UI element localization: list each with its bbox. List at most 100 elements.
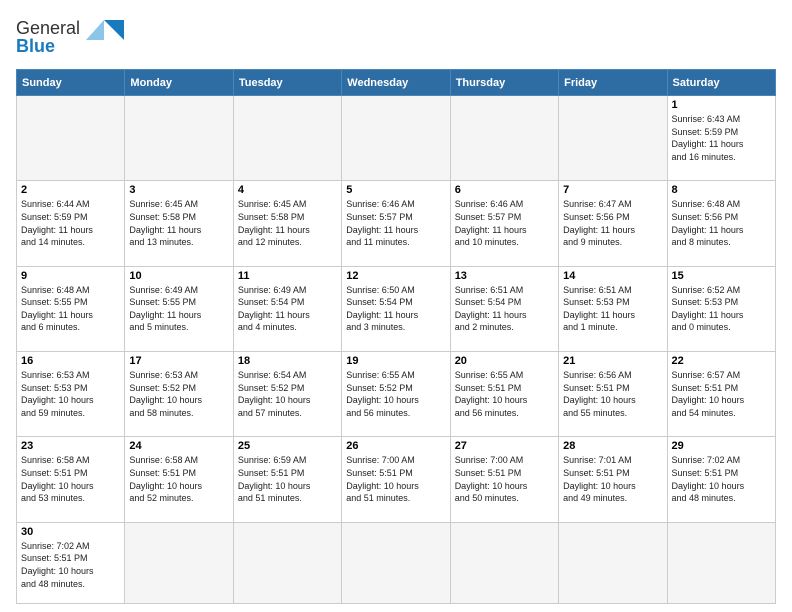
day-info: Sunrise: 6:50 AMSunset: 5:54 PMDaylight:…	[346, 284, 445, 334]
page: General Blue SundayMondayTuesdayWednesda…	[0, 0, 792, 612]
svg-text:General: General	[16, 18, 80, 38]
svg-text:Blue: Blue	[16, 36, 55, 56]
day-number: 4	[238, 184, 337, 196]
day-info: Sunrise: 7:02 AMSunset: 5:51 PMDaylight:…	[672, 454, 771, 504]
day-number: 11	[238, 270, 337, 282]
calendar-cell	[342, 522, 450, 603]
calendar-cell: 19Sunrise: 6:55 AMSunset: 5:52 PMDayligh…	[342, 352, 450, 437]
day-info: Sunrise: 6:44 AMSunset: 5:59 PMDaylight:…	[21, 198, 120, 248]
day-info: Sunrise: 6:57 AMSunset: 5:51 PMDaylight:…	[672, 369, 771, 419]
day-number: 1	[672, 99, 771, 111]
calendar-cell	[125, 522, 233, 603]
calendar-cell	[233, 522, 341, 603]
calendar-cell: 21 Sunrise: 6:56 AMSunset: 5:51 PMDayligh…	[559, 352, 667, 437]
day-info: Sunrise: 6:53 AMSunset: 5:52 PMDaylight:…	[129, 369, 228, 419]
day-number: 18	[238, 355, 337, 367]
day-number: 2	[21, 184, 120, 196]
day-number: 30	[21, 526, 120, 538]
calendar-cell	[125, 96, 233, 181]
calendar-cell: 1 Sunrise: 6:43 AMSunset: 5:59 PMDaylight…	[667, 96, 775, 181]
calendar-cell: 11 Sunrise: 6:49 AMSunset: 5:54 PMDayligh…	[233, 266, 341, 351]
day-number: 27	[455, 440, 554, 452]
day-info: Sunrise: 6:53 AMSunset: 5:53 PMDaylight:…	[21, 369, 120, 419]
dow-sunday: Sunday	[17, 70, 125, 96]
week-row-5: 30 Sunrise: 7:02 AMSunset: 5:51 PMDayligh…	[17, 522, 776, 603]
day-number: 26	[346, 440, 445, 452]
calendar-cell: 3 Sunrise: 6:45 AMSunset: 5:58 PMDaylight…	[125, 181, 233, 266]
day-number: 3	[129, 184, 228, 196]
day-number: 20	[455, 355, 554, 367]
day-info: Sunrise: 6:55 AMSunset: 5:51 PMDaylight:…	[455, 369, 554, 419]
day-info: Sunrise: 6:48 AMSunset: 5:55 PMDaylight:…	[21, 284, 120, 334]
calendar-cell: 14Sunrise: 6:51 AMSunset: 5:53 PMDayligh…	[559, 266, 667, 351]
dow-friday: Friday	[559, 70, 667, 96]
day-number: 13	[455, 270, 554, 282]
day-info: Sunrise: 6:43 AMSunset: 5:59 PMDaylight:…	[672, 113, 771, 163]
day-number: 25	[238, 440, 337, 452]
calendar-cell	[559, 522, 667, 603]
day-number: 5	[346, 184, 445, 196]
calendar-cell: 30 Sunrise: 7:02 AMSunset: 5:51 PMDayligh…	[17, 522, 125, 603]
calendar-cell: 8 Sunrise: 6:48 AMSunset: 5:56 PMDaylight…	[667, 181, 775, 266]
day-number: 9	[21, 270, 120, 282]
day-info: Sunrise: 6:45 AMSunset: 5:58 PMDaylight:…	[238, 198, 337, 248]
day-info: Sunrise: 6:46 AMSunset: 5:57 PMDaylight:…	[455, 198, 554, 248]
day-info: Sunrise: 6:45 AMSunset: 5:58 PMDaylight:…	[129, 198, 228, 248]
calendar-cell	[450, 522, 558, 603]
day-number: 8	[672, 184, 771, 196]
week-row-3: 16 Sunrise: 6:53 AMSunset: 5:53 PMDayligh…	[17, 352, 776, 437]
calendar-cell	[667, 522, 775, 603]
day-number: 6	[455, 184, 554, 196]
day-info: Sunrise: 6:47 AMSunset: 5:56 PMDaylight:…	[563, 198, 662, 248]
calendar-cell: 6 Sunrise: 6:46 AMSunset: 5:57 PMDaylight…	[450, 181, 558, 266]
calendar-cell	[342, 96, 450, 181]
calendar-cell: 22Sunrise: 6:57 AMSunset: 5:51 PMDayligh…	[667, 352, 775, 437]
week-row-4: 23Sunrise: 6:58 AMSunset: 5:51 PMDayligh…	[17, 437, 776, 522]
day-number: 7	[563, 184, 662, 196]
day-number: 21	[563, 355, 662, 367]
calendar-cell: 29 Sunrise: 7:02 AMSunset: 5:51 PMDayligh…	[667, 437, 775, 522]
week-row-0: 1 Sunrise: 6:43 AMSunset: 5:59 PMDaylight…	[17, 96, 776, 181]
calendar-cell: 10Sunrise: 6:49 AMSunset: 5:55 PMDayligh…	[125, 266, 233, 351]
calendar-cell: 17 Sunrise: 6:53 AMSunset: 5:52 PMDayligh…	[125, 352, 233, 437]
calendar-cell: 5 Sunrise: 6:46 AMSunset: 5:57 PMDaylight…	[342, 181, 450, 266]
dow-saturday: Saturday	[667, 70, 775, 96]
day-info: Sunrise: 6:58 AMSunset: 5:51 PMDaylight:…	[129, 454, 228, 504]
day-info: Sunrise: 6:49 AMSunset: 5:54 PMDaylight:…	[238, 284, 337, 334]
calendar-cell: 24 Sunrise: 6:58 AMSunset: 5:51 PMDayligh…	[125, 437, 233, 522]
day-number: 24	[129, 440, 228, 452]
day-of-week-row: SundayMondayTuesdayWednesdayThursdayFrid…	[17, 70, 776, 96]
day-info: Sunrise: 6:58 AMSunset: 5:51 PMDaylight:…	[21, 454, 120, 504]
calendar-cell	[233, 96, 341, 181]
day-info: Sunrise: 6:48 AMSunset: 5:56 PMDaylight:…	[672, 198, 771, 248]
day-info: Sunrise: 6:51 AMSunset: 5:53 PMDaylight:…	[563, 284, 662, 334]
calendar-cell: 13Sunrise: 6:51 AMSunset: 5:54 PMDayligh…	[450, 266, 558, 351]
week-row-2: 9 Sunrise: 6:48 AMSunset: 5:55 PMDaylight…	[17, 266, 776, 351]
logo: General Blue	[16, 12, 126, 61]
day-number: 10	[129, 270, 228, 282]
calendar-cell	[559, 96, 667, 181]
calendar-cell: 23Sunrise: 6:58 AMSunset: 5:51 PMDayligh…	[17, 437, 125, 522]
calendar-cell: 2 Sunrise: 6:44 AMSunset: 5:59 PMDaylight…	[17, 181, 125, 266]
day-number: 28	[563, 440, 662, 452]
day-info: Sunrise: 7:00 AMSunset: 5:51 PMDaylight:…	[346, 454, 445, 504]
logo-text: General Blue	[16, 12, 126, 61]
calendar-cell: 15 Sunrise: 6:52 AMSunset: 5:53 PMDayligh…	[667, 266, 775, 351]
day-info: Sunrise: 7:02 AMSunset: 5:51 PMDaylight:…	[21, 540, 120, 590]
day-number: 15	[672, 270, 771, 282]
dow-thursday: Thursday	[450, 70, 558, 96]
dow-tuesday: Tuesday	[233, 70, 341, 96]
day-number: 12	[346, 270, 445, 282]
day-number: 16	[21, 355, 120, 367]
day-info: Sunrise: 6:46 AMSunset: 5:57 PMDaylight:…	[346, 198, 445, 248]
day-number: 29	[672, 440, 771, 452]
day-info: Sunrise: 7:00 AMSunset: 5:51 PMDaylight:…	[455, 454, 554, 504]
calendar-cell: 20 Sunrise: 6:55 AMSunset: 5:51 PMDayligh…	[450, 352, 558, 437]
calendar-table: SundayMondayTuesdayWednesdayThursdayFrid…	[16, 69, 776, 604]
day-info: Sunrise: 6:56 AMSunset: 5:51 PMDaylight:…	[563, 369, 662, 419]
day-info: Sunrise: 6:52 AMSunset: 5:53 PMDaylight:…	[672, 284, 771, 334]
calendar-cell	[17, 96, 125, 181]
day-number: 19	[346, 355, 445, 367]
day-number: 17	[129, 355, 228, 367]
calendar-cell: 9 Sunrise: 6:48 AMSunset: 5:55 PMDaylight…	[17, 266, 125, 351]
